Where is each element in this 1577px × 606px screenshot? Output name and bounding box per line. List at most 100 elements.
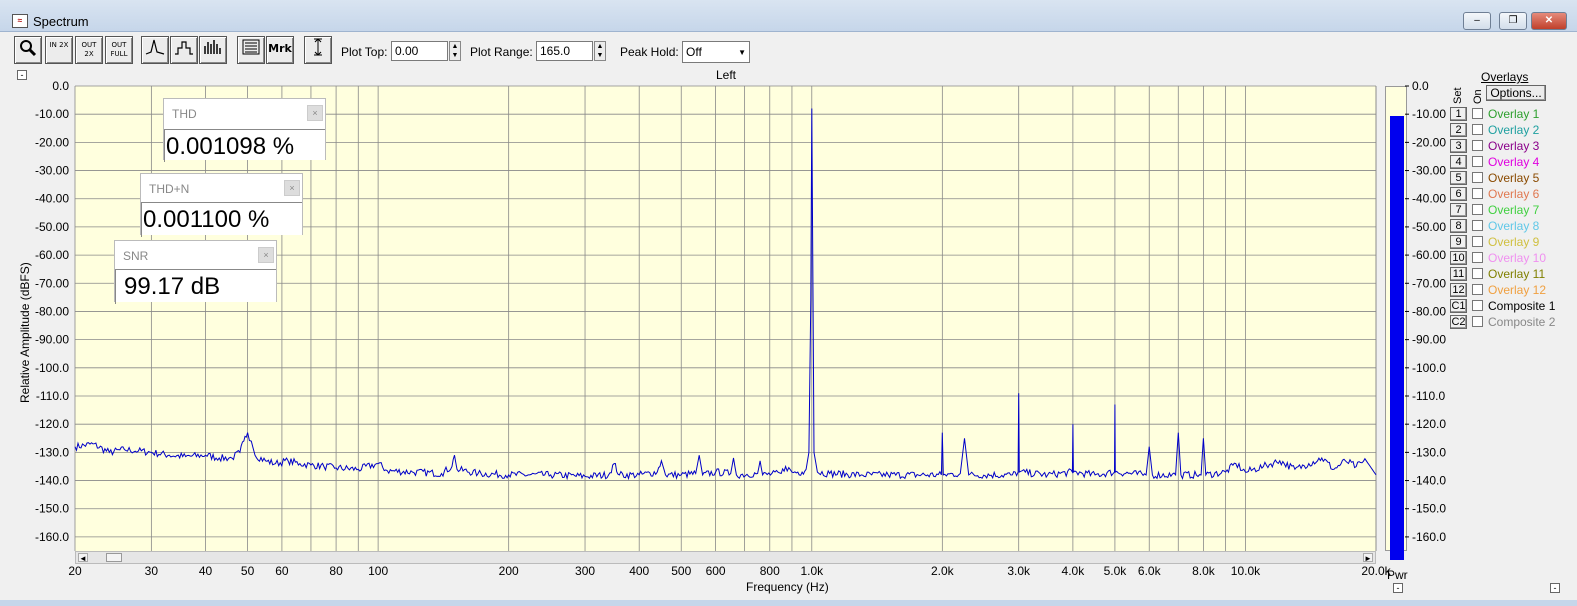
overlay-panel: Overlays Set On Options... 1 Overlay 1 2 Ov… <box>1448 68 1568 338</box>
overlay-on-checkbox[interactable] <box>1472 204 1483 215</box>
thdn-meter-value: 0.001100 % <box>143 206 270 233</box>
spin-down-icon: ▼ <box>451 52 459 59</box>
power-meter-tick-label: -80.00 <box>1412 304 1446 318</box>
overlay-on-checkbox[interactable] <box>1472 124 1483 135</box>
x-tick-label: 400 <box>629 564 649 578</box>
bar-mode-button[interactable] <box>199 36 227 64</box>
y-tick-label: -120.0 <box>35 417 69 431</box>
overlay-set-button[interactable]: 2 <box>1450 123 1467 137</box>
overlay-label: Overlay 10 <box>1488 251 1547 265</box>
overlay-on-checkbox[interactable] <box>1472 140 1483 151</box>
power-meter-tick-label: -130.0 <box>1412 445 1446 459</box>
power-meter-tick-label: 0.0 <box>1412 79 1429 93</box>
step-mode-button[interactable] <box>170 36 198 64</box>
scroll-left-icon[interactable]: ◄ <box>78 553 88 563</box>
zoom-out-full-button[interactable]: OUT FULL <box>105 36 133 64</box>
zoom-out-2x-button[interactable]: OUT 2X <box>75 36 103 64</box>
power-meter-tick-label: -60.00 <box>1412 248 1446 262</box>
power-meter-tick-label: -10.00 <box>1412 107 1446 121</box>
line-mode-button[interactable] <box>141 36 169 64</box>
zoom-in-2x-button[interactable]: IN 2X <box>45 36 73 64</box>
close-button[interactable]: ✕ <box>1531 12 1567 30</box>
overlay-collapse-button[interactable]: - <box>1550 583 1560 593</box>
x-tick-label: 10.0k <box>1231 564 1261 578</box>
scroll-right-icon[interactable]: ► <box>1363 553 1373 563</box>
snr-meter-close-icon[interactable]: × <box>258 247 274 263</box>
overlay-set-button[interactable]: C1 <box>1450 299 1467 313</box>
overlay-on-checkbox[interactable] <box>1472 236 1483 247</box>
overlay-set-button[interactable]: 11 <box>1450 267 1467 281</box>
overlay-set-button[interactable]: 9 <box>1450 235 1467 249</box>
window-title-bar[interactable]: ≈ Spectrum – ❐ ✕ <box>0 0 1577 32</box>
peak-hold-value: Off <box>686 45 702 59</box>
overlay-row: 4 Overlay 4 <box>1448 155 1568 171</box>
overlays-header: Overlays <box>1481 70 1529 84</box>
markers-button[interactable]: Mrk <box>266 36 294 64</box>
thd-meter[interactable]: THD × 0.001098 % <box>163 98 326 162</box>
y-tick-label: -20.00 <box>35 135 69 149</box>
on-column-header: On <box>1472 89 1484 104</box>
peak-hold-select[interactable]: Off ▼ <box>682 41 750 63</box>
overlay-on-checkbox[interactable] <box>1472 108 1483 119</box>
spin-up-icon: ▲ <box>596 43 604 50</box>
overlay-on-checkbox[interactable] <box>1472 300 1483 311</box>
x-tick-label: 100 <box>368 564 388 578</box>
overlay-on-checkbox[interactable] <box>1472 220 1483 231</box>
power-meter-tick-label: -40.00 <box>1412 192 1446 206</box>
overlay-on-checkbox[interactable] <box>1472 268 1483 279</box>
overlay-row: 12 Overlay 12 <box>1448 283 1568 299</box>
overlay-label: Overlay 1 <box>1488 107 1540 121</box>
overlay-on-checkbox[interactable] <box>1472 172 1483 183</box>
plot-top-spinner[interactable]: ▲ ▼ <box>449 41 461 61</box>
zoom-button[interactable] <box>14 36 42 64</box>
y-tick-label: 0.0 <box>52 79 69 93</box>
overlay-on-checkbox[interactable] <box>1472 252 1483 263</box>
power-meter-tick-label: -90.00 <box>1412 333 1446 347</box>
overlay-set-button[interactable]: 10 <box>1450 251 1467 265</box>
plot-top-label: Plot Top: <box>341 45 388 59</box>
overlay-label: Overlay 5 <box>1488 171 1540 185</box>
power-meter-tick-label: -110.0 <box>1412 389 1445 403</box>
magnifier-icon <box>20 40 37 57</box>
scroll-thumb[interactable] <box>106 553 122 562</box>
spin-down-icon: ▼ <box>596 52 604 59</box>
plot-range-input[interactable] <box>536 41 593 61</box>
plot-top-input[interactable] <box>391 41 448 61</box>
overlay-row: 6 Overlay 6 <box>1448 187 1568 203</box>
x-tick-label: 40 <box>199 564 213 578</box>
overlay-set-button[interactable]: 6 <box>1450 187 1467 201</box>
overlay-on-checkbox[interactable] <box>1472 284 1483 295</box>
snr-meter[interactable]: SNR × 99.17 dB <box>114 240 277 304</box>
overlay-row: C2 Composite 2 <box>1448 315 1568 331</box>
power-meter-tick-label: -50.00 <box>1412 220 1446 234</box>
spectrum-app-icon: ≈ <box>12 14 28 28</box>
x-tick-label: 3.0k <box>1007 564 1031 578</box>
thdn-meter[interactable]: THD+N × 0.001100 % <box>140 173 303 237</box>
thd-meter-close-icon[interactable]: × <box>307 105 323 121</box>
overlay-on-checkbox[interactable] <box>1472 316 1483 327</box>
overlay-set-button[interactable]: 4 <box>1450 155 1467 169</box>
close-icon: ✕ <box>1544 15 1554 26</box>
overlay-on-checkbox[interactable] <box>1472 156 1483 167</box>
cursor-button[interactable] <box>304 36 332 64</box>
overlay-on-checkbox[interactable] <box>1472 188 1483 199</box>
overlay-set-button[interactable]: 7 <box>1450 203 1467 217</box>
data-window-button[interactable] <box>237 36 265 64</box>
thdn-meter-close-icon[interactable]: × <box>284 180 300 196</box>
plot-range-spinner[interactable]: ▲ ▼ <box>594 41 606 61</box>
chevron-down-icon: ▼ <box>738 48 746 57</box>
restore-button[interactable]: ❐ <box>1499 12 1527 30</box>
overlay-set-button[interactable]: 3 <box>1450 139 1467 153</box>
overlay-set-button[interactable]: 5 <box>1450 171 1467 185</box>
power-meter-collapse-button[interactable]: - <box>1393 583 1403 593</box>
overlay-set-button[interactable]: 1 <box>1450 107 1467 121</box>
horizontal-scrollbar[interactable]: ◄ ► <box>75 551 1376 564</box>
x-tick-label: 8.0k <box>1192 564 1216 578</box>
overlay-row: 8 Overlay 8 <box>1448 219 1568 235</box>
overlay-set-button[interactable]: 8 <box>1450 219 1467 233</box>
x-tick-label: 800 <box>760 564 780 578</box>
overlay-options-button[interactable]: Options... <box>1486 85 1546 101</box>
overlay-set-button[interactable]: 12 <box>1450 283 1467 297</box>
overlay-set-button[interactable]: C2 <box>1450 315 1467 329</box>
minimize-button[interactable]: – <box>1463 12 1491 30</box>
